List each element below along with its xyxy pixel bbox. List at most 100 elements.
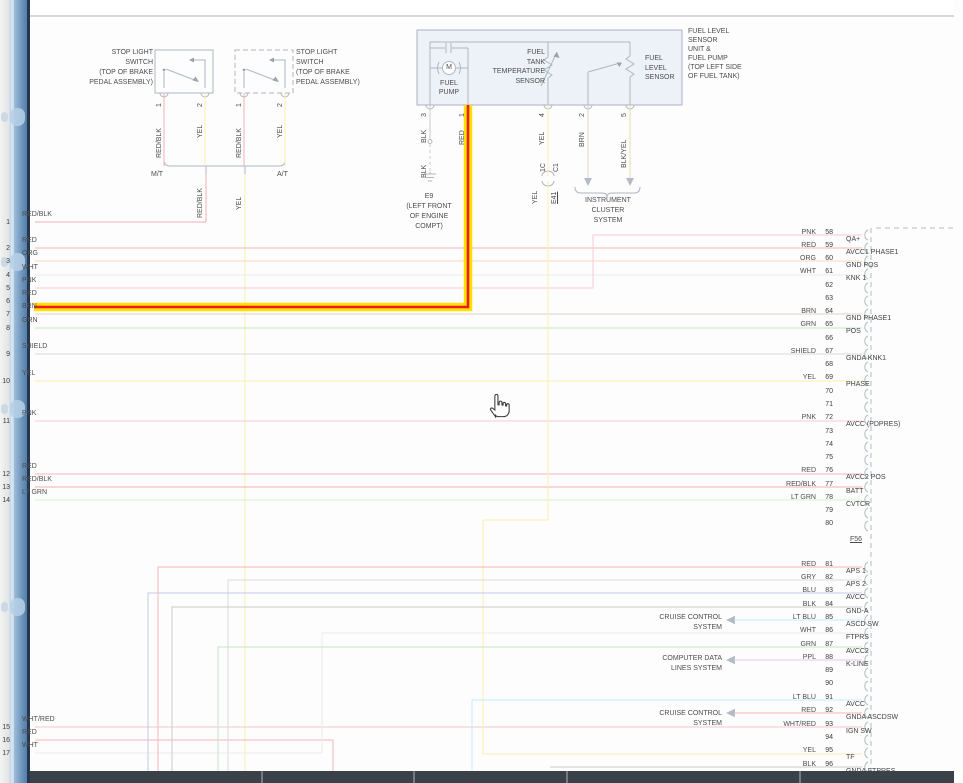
pin-number: 77 [820, 481, 833, 488]
wire-number: 12 [0, 471, 10, 478]
pin-wire-color: BLK [740, 761, 816, 768]
pin-wire-color: RED/BLK [740, 481, 816, 488]
wire-number: 6 [0, 298, 10, 305]
scrollbar-bump [10, 598, 25, 616]
canvas-top-margin [30, 0, 954, 15]
connector-id-e41: E41 [551, 192, 559, 204]
temp-pin4-color: YEL [539, 132, 547, 145]
fuel-tank-temp-sensor-label: FUEL TANK TEMPERATURE SENSOR [475, 48, 545, 86]
pin-number: 74 [820, 441, 833, 448]
pin-wire-color: RED [740, 242, 816, 249]
merged-yel-label: YEL [236, 197, 244, 210]
taskbar[interactable] [30, 771, 954, 783]
pin-wire-color: PPL [740, 654, 816, 661]
pin-number: 72 [820, 414, 833, 421]
pin-number: 61 [820, 268, 833, 275]
pin-wire-color: PNK [740, 414, 816, 421]
pin-wire-color: SHIELD [740, 348, 816, 355]
wire-number: 3 [0, 258, 10, 265]
wire-color-label: RED/BLK [22, 211, 52, 218]
fuel-unit-note: FUEL LEVEL SENSOR UNIT & FUEL PUMP (TOP … [688, 27, 742, 81]
pin-number: 62 [820, 282, 833, 289]
wire-number: 5 [0, 285, 10, 292]
wire-number: 10 [0, 378, 10, 385]
pin-function-label: TF [846, 754, 855, 761]
stop-light-switch-1-label: STOP LIGHT SWITCH (TOP OF BRAKE PEDAL AS… [60, 48, 153, 88]
pin-function-label: GNDA ASCDSW [846, 714, 898, 721]
switch2-pin1-number: 1 [236, 103, 244, 107]
pin-wire-color: PNK [740, 229, 816, 236]
taskbar-separator [799, 771, 801, 783]
wire-number: 15 [0, 724, 10, 731]
wire-number: 7 [0, 311, 10, 318]
wire-color-label: ORG [22, 250, 38, 257]
wire-number: 4 [0, 272, 10, 279]
pin-number: 85 [820, 614, 833, 621]
level-pin2-number: 2 [579, 113, 587, 117]
switch2-pin2-number: 2 [277, 103, 285, 107]
connector-id-f56: F56 [840, 535, 862, 545]
pin-function-label: FTPRS [846, 634, 869, 641]
pin-number: 88 [820, 654, 833, 661]
wire-color-label: RED [22, 237, 37, 244]
pin-number: 81 [820, 561, 833, 568]
pin-number: 76 [820, 467, 833, 474]
edge-strip-mark [1, 602, 8, 612]
wire-color-label: RED/BLK [22, 476, 52, 483]
pin-function-label: GND PHASE1 [846, 315, 891, 322]
pin-wire-color: WHT [740, 268, 816, 275]
pin-wire-color: BLK [740, 601, 816, 608]
pin-wire-color: WHT/RED [740, 721, 816, 728]
edge-strip-mark [1, 404, 8, 414]
pin-function-label: POS [846, 328, 861, 335]
screen: STOP LIGHT SWITCH (TOP OF BRAKE PEDAL AS… [0, 0, 963, 783]
pin-number: 71 [820, 401, 833, 408]
pin-wire-color: RED [740, 707, 816, 714]
pin-number: 82 [820, 574, 833, 581]
pin-wire-color: ORG [740, 255, 816, 262]
pin-function-label: GND-A [846, 608, 869, 615]
pin-number: 65 [820, 321, 833, 328]
stop-light-switch-2-label: STOP LIGHT SWITCH (TOP OF BRAKE PEDAL AS… [296, 48, 391, 88]
wire-color-label: BRN [22, 303, 37, 310]
switch1-pin2-color: YEL [197, 125, 205, 138]
pin-number: 95 [820, 747, 833, 754]
connector-wire-yel: YEL [532, 191, 540, 204]
fuel-pump-label: FUEL PUMP [433, 79, 465, 97]
pin-function-label: GND POS [846, 262, 878, 269]
pin-number: 73 [820, 428, 833, 435]
pin-wire-color: LT BLU [740, 614, 816, 621]
wire-number: 14 [0, 497, 10, 504]
pin-wire-color: WHT [740, 627, 816, 634]
wire-color-label: YEL [22, 370, 35, 377]
pin-wire-color: RED [740, 467, 816, 474]
cruise-control-ref-2: CRUISE CONTROL SYSTEM [645, 709, 722, 728]
pin-number: 79 [820, 507, 833, 514]
pin-wire-color: RED [740, 561, 816, 568]
pin-number: 75 [820, 454, 833, 461]
pin-number: 59 [820, 242, 833, 249]
pin-function-label: AVCC2 [846, 648, 869, 655]
wire-color-label: LT GRN [22, 489, 47, 496]
temp-pin4-number: 4 [539, 113, 547, 117]
pin-number: 68 [820, 361, 833, 368]
pin-number: 93 [820, 721, 833, 728]
pin-number: 69 [820, 374, 833, 381]
fuel-level-sensor-label: FUEL LEVEL SENSOR [645, 54, 675, 83]
pin-number: 64 [820, 308, 833, 315]
wire-color-label: RED [22, 729, 37, 736]
wire-number: 1 [0, 219, 10, 226]
pin-wire-color: GRY [740, 574, 816, 581]
wire-number: 8 [0, 325, 10, 332]
wire-color-label: PNK [22, 410, 36, 417]
pump-pin3-color: BLK [421, 130, 429, 143]
connector-grid-c1: C1 [553, 163, 561, 172]
wire-number: 16 [0, 737, 10, 744]
merged-redblk-label: RED/BLK [197, 188, 205, 218]
wire-number: 17 [0, 750, 10, 757]
wire-number: 11 [0, 418, 10, 425]
pin-wire-color: BLU [740, 587, 816, 594]
pump-pin1-number: 1 [459, 113, 467, 117]
wire-color-label: PNK [22, 277, 36, 284]
pin-wire-color: GRN [740, 641, 816, 648]
